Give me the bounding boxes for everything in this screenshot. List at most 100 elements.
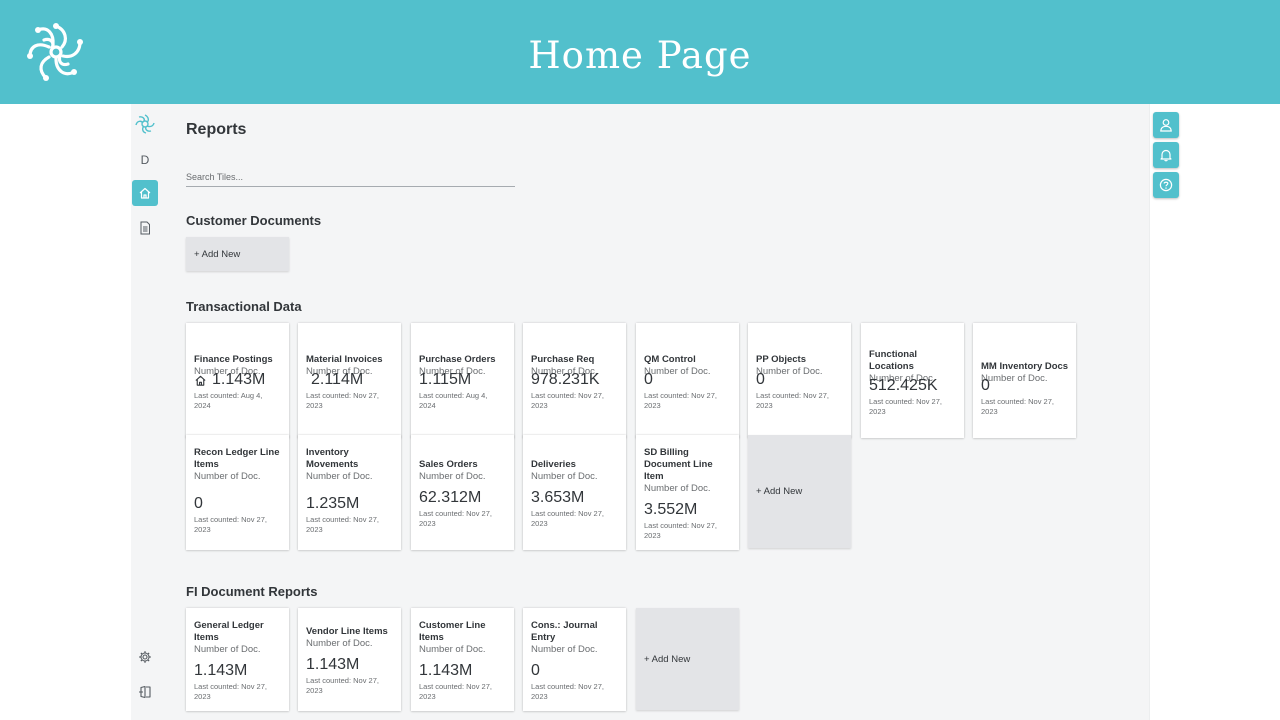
tile-footer: Last counted: Nov 27, 2023	[531, 391, 604, 410]
tile-general-ledger-items[interactable]: General Ledger Items Number of Doc. 1.14…	[186, 608, 289, 711]
nav-logout[interactable]	[132, 679, 158, 705]
tile-header: General Ledger Items Number of Doc.	[194, 620, 283, 656]
tile-title: Cons.: Journal Entry	[531, 620, 598, 643]
notifications-button[interactable]	[1153, 142, 1179, 168]
tile-title: Finance Postings	[194, 354, 273, 365]
tile-qm-control[interactable]: QM Control Number of Doc. 0 Last counted…	[636, 323, 739, 438]
tile-header: MM Inventory Docs Number of Doc.	[981, 361, 1070, 385]
add-new-tile-transactional[interactable]: + Add New	[748, 435, 851, 548]
nav-home[interactable]	[132, 180, 158, 206]
tile-deliveries[interactable]: Deliveries Number of Doc. 3.653M Last co…	[523, 435, 626, 550]
tile-mm-inventory-docs[interactable]: MM Inventory Docs Number of Doc. 0 Last …	[973, 323, 1076, 438]
section-title-customer-documents: Customer Documents	[186, 213, 322, 228]
add-new-tile-customer[interactable]: + Add New	[186, 237, 289, 271]
tile-title: Deliveries	[531, 459, 576, 470]
tile-material-invoices[interactable]: Material Invoices Number of Doc. 2.114M …	[298, 323, 401, 438]
tile-footer: Last counted: Nov 27, 2023	[981, 397, 1054, 416]
tile-value: 3.552M	[644, 501, 698, 518]
tile-value: 62.312M	[419, 489, 482, 506]
nav-settings[interactable]	[132, 644, 158, 670]
tile-subtitle: Number of Doc.	[306, 638, 373, 649]
reports-title: Reports	[186, 121, 247, 138]
tile-title: SD Billing Document Line Item	[644, 447, 713, 482]
tile-footer: Last counted: Nov 27, 2023	[531, 682, 604, 701]
tile-header: PP Objects Number of Doc.	[756, 354, 845, 378]
nav-reports[interactable]	[132, 215, 158, 241]
tile-recon-ledger-line-items[interactable]: Recon Ledger Line Items Number of Doc. 0…	[186, 435, 289, 550]
profile-button[interactable]	[1153, 112, 1179, 138]
tile-footer: Last counted: Nov 27, 2023	[419, 682, 492, 701]
tile-footer: Last counted: Nov 27, 2023	[194, 515, 267, 534]
tile-header: QM Control Number of Doc.	[644, 354, 733, 378]
add-new-tile-fi[interactable]: + Add New	[636, 608, 739, 710]
tile-footer: Last counted: Nov 27, 2023	[419, 509, 492, 528]
tile-title: Recon Ledger Line Items	[194, 447, 280, 470]
tile-title: Purchase Orders	[419, 354, 496, 365]
search-tiles-input[interactable]	[186, 168, 515, 187]
tile-title: Inventory Movements	[306, 447, 359, 470]
tile-value: 3.653M	[531, 489, 585, 506]
tile-purchase-req[interactable]: Purchase Req Number of Doc. 978.231K Las…	[523, 323, 626, 438]
tile-subtitle: Number of Doc.	[644, 483, 711, 494]
tile-subtitle: Number of Doc.	[531, 471, 598, 482]
tile-title: Purchase Req	[531, 354, 595, 365]
tile-subtitle: Number of Doc.	[981, 373, 1048, 384]
tile-value: 0	[756, 371, 765, 388]
help-icon	[1159, 178, 1173, 192]
tile-header: SD Billing Document Line Item Number of …	[644, 447, 733, 495]
tile-header: Sales Orders Number of Doc.	[419, 459, 508, 483]
tile-footer: Last counted: Nov 27, 2023	[306, 676, 379, 695]
tile-title: General Ledger Items	[194, 620, 264, 643]
tile-functional-locations[interactable]: Functional Locations Number of Doc. 512.…	[861, 323, 964, 438]
tile-header: Customer Line Items Number of Doc.	[419, 620, 508, 656]
tile-footer: Last counted: Nov 27, 2023	[194, 682, 267, 701]
help-button[interactable]	[1153, 172, 1179, 198]
nav-user-initial[interactable]: D	[132, 147, 158, 173]
tile-cons-journal-entry[interactable]: Cons.: Journal Entry Number of Doc. 0 La…	[523, 608, 626, 711]
bell-icon	[1160, 149, 1172, 162]
tile-subtitle: Number of Doc.	[194, 471, 261, 482]
tile-value-row: 1.143M	[194, 371, 265, 389]
tile-footer: Last counted: Nov 27, 2023	[869, 397, 942, 416]
tile-title: Vendor Line Items	[306, 626, 388, 637]
tile-sd-billing-document-line-item[interactable]: SD Billing Document Line Item Number of …	[636, 435, 739, 550]
tile-header: Cons.: Journal Entry Number of Doc.	[531, 620, 620, 656]
tile-vendor-line-items[interactable]: Vendor Line Items Number of Doc. 1.143M …	[298, 608, 401, 711]
tile-header: Recon Ledger Line Items Number of Doc.	[194, 447, 283, 483]
header-banner: Home Page	[0, 0, 1280, 104]
tile-purchase-orders[interactable]: Purchase Orders Number of Doc. 1.115M La…	[411, 323, 514, 438]
tile-value: 1.143M	[194, 662, 248, 679]
tile-value: 0	[194, 495, 203, 512]
tile-title: Functional Locations	[869, 349, 918, 372]
tile-finance-postings[interactable]: Finance Postings Number of Doc. 1.143M L…	[186, 323, 289, 438]
nav-logo-icon[interactable]	[132, 111, 158, 137]
tile-footer: Last counted: Nov 27, 2023	[644, 391, 717, 410]
tile-pp-objects[interactable]: PP Objects Number of Doc. 0 Last counted…	[748, 323, 851, 438]
section-title-transactional-data: Transactional Data	[186, 299, 302, 314]
user-icon	[1160, 119, 1172, 132]
section-title-fi-document-reports: FI Document Reports	[186, 584, 318, 599]
gear-icon	[139, 651, 151, 663]
tile-subtitle: Number of Doc.	[531, 644, 598, 655]
tile-value: 1.143M	[306, 656, 360, 673]
tile-value: 2.114M	[311, 371, 364, 388]
logout-icon	[139, 685, 151, 699]
add-new-label: + Add New	[644, 653, 691, 665]
tile-value: 0	[644, 371, 653, 388]
tile-inventory-movements[interactable]: Inventory Movements Number of Doc. 1.235…	[298, 435, 401, 550]
tile-customer-line-items[interactable]: Customer Line Items Number of Doc. 1.143…	[411, 608, 514, 711]
tile-subtitle: Number of Doc.	[194, 644, 261, 655]
tile-value: 512.425K	[869, 377, 938, 394]
tile-value: 0	[531, 662, 540, 679]
tile-value: 1.143M	[419, 662, 473, 679]
page-heading: Home Page	[528, 34, 752, 77]
tile-title: Sales Orders	[419, 459, 478, 470]
tile-title: QM Control	[644, 354, 696, 365]
tile-value: 978.231K	[531, 371, 600, 388]
tile-subtitle: Number of Doc.	[644, 366, 711, 377]
tile-header: Inventory Movements Number of Doc.	[306, 447, 395, 483]
tile-title: Material Invoices	[306, 354, 383, 365]
tile-subtitle: Number of Doc.	[756, 366, 823, 377]
tile-sales-orders[interactable]: Sales Orders Number of Doc. 62.312M Last…	[411, 435, 514, 550]
tile-value: 0	[981, 377, 990, 394]
